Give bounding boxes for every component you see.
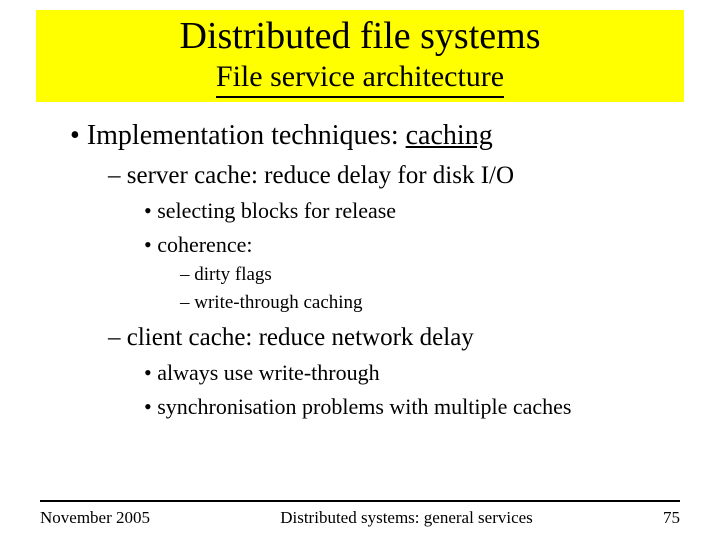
bullet-level1: Implementation techniques: caching	[70, 120, 720, 152]
slide-content: Implementation techniques: caching serve…	[0, 102, 720, 420]
bullet-level2: client cache: reduce network delay	[108, 324, 720, 352]
slide-title: Distributed file systems	[36, 16, 684, 58]
bullet-level3: coherence:	[144, 232, 720, 258]
footer-date: November 2005	[40, 508, 150, 528]
footer-divider	[40, 500, 680, 502]
bullet-level4: dirty flags	[180, 264, 720, 286]
bullet-level3: selecting blocks for release	[144, 198, 720, 224]
footer-page: 75	[663, 508, 680, 528]
bullet-level3: always use write-through	[144, 360, 720, 386]
footer-row: November 2005 Distributed systems: gener…	[40, 508, 680, 528]
slide-footer: November 2005 Distributed systems: gener…	[0, 500, 720, 528]
slide-subtitle: File service architecture	[216, 60, 504, 98]
slide-header: Distributed file systems File service ar…	[36, 10, 684, 102]
bullet-level3: synchronisation problems with multiple c…	[144, 394, 720, 420]
bullet-text: Implementation techniques:	[87, 120, 406, 151]
bullet-level2: server cache: reduce delay for disk I/O	[108, 162, 720, 190]
bullet-underlined: caching	[406, 120, 493, 151]
bullet-level4: write-through caching	[180, 292, 720, 314]
footer-center: Distributed systems: general services	[280, 508, 533, 528]
